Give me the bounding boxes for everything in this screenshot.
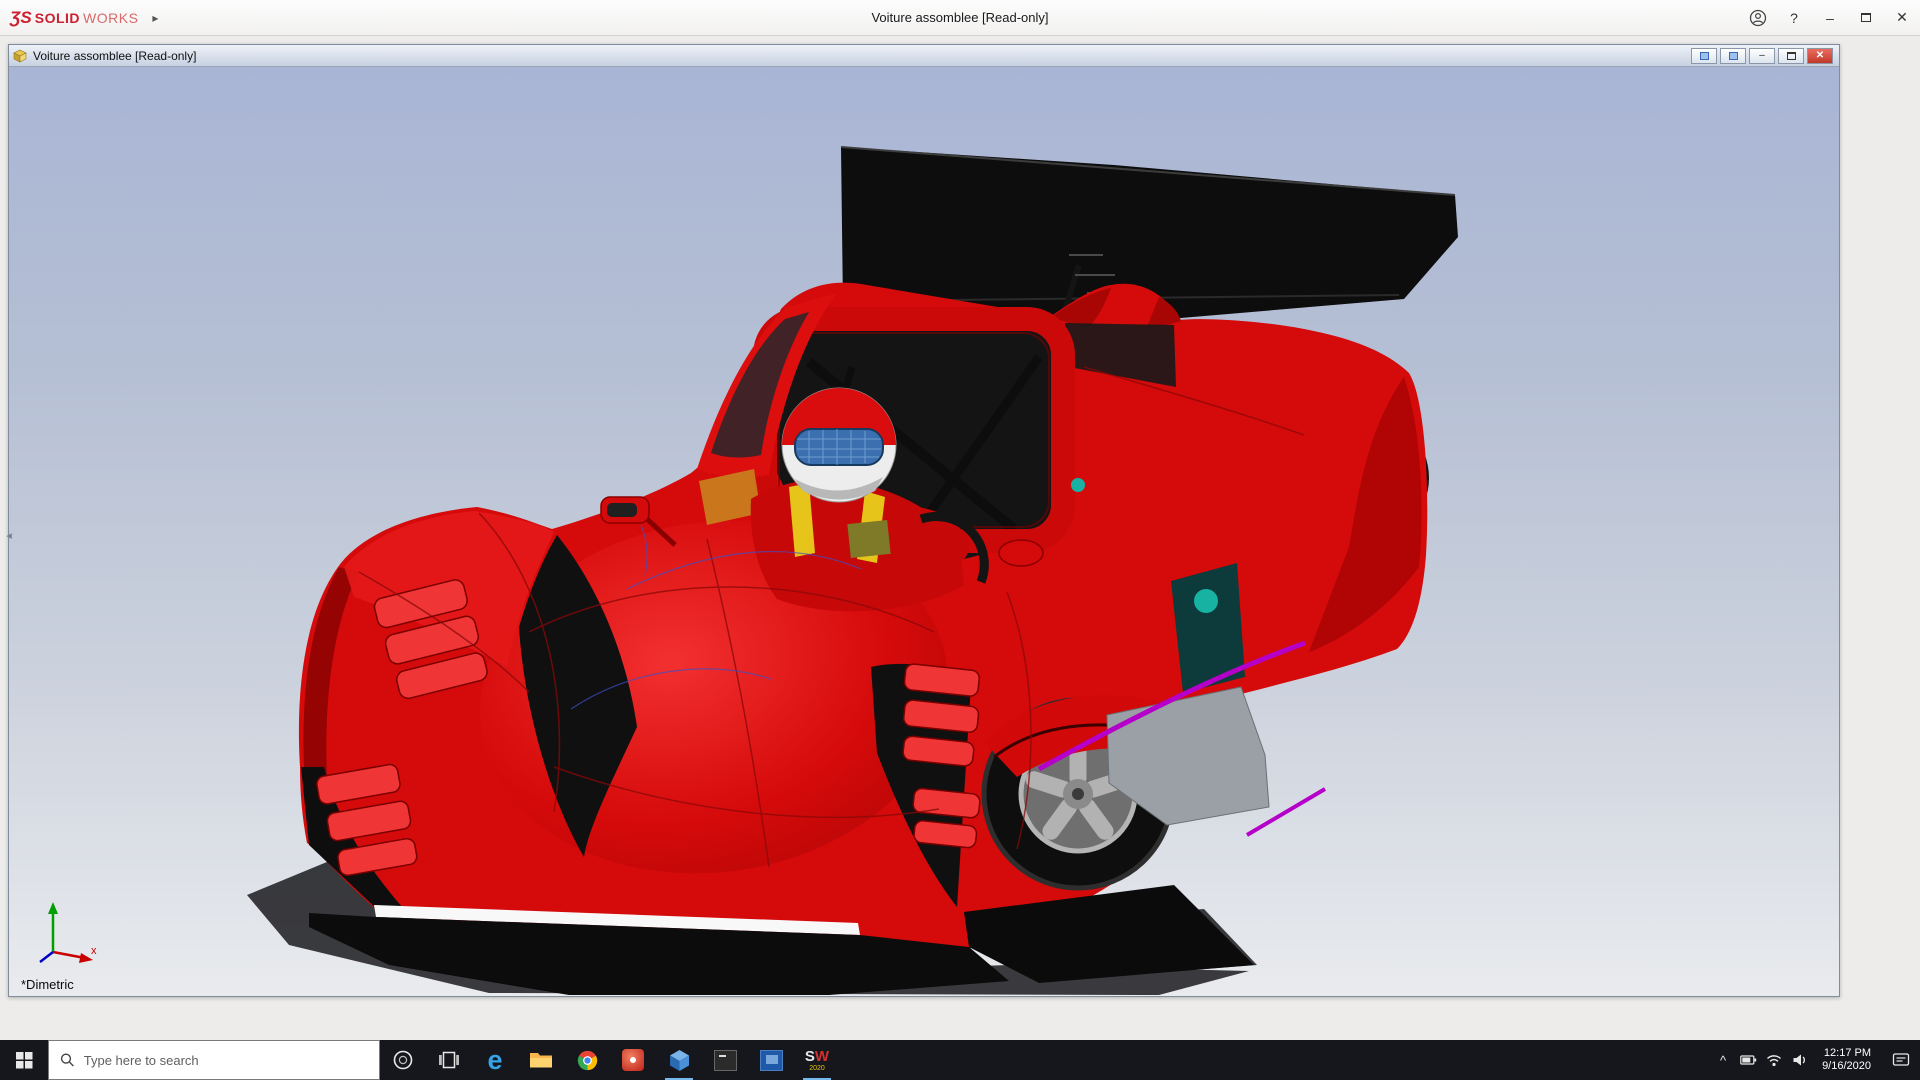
account-button[interactable]: [1740, 0, 1776, 36]
document-title: Voiture assomblee [Read-only]: [33, 49, 196, 63]
doc-maximize-icon: [1787, 52, 1796, 60]
app-window-controls: ? – ✕: [1740, 0, 1920, 36]
file-explorer-icon: [529, 1050, 553, 1070]
right-mirror: [999, 540, 1043, 566]
app-icon-media[interactable]: [610, 1040, 656, 1080]
viewport-split-icon: [1700, 52, 1709, 60]
featuremanager-collapse-tab[interactable]: ◂: [2, 524, 16, 546]
app-titlebar: ƷS SOLID WORKS ▸ Voiture assomblee [Read…: [0, 0, 1920, 36]
system-tray: ^ 12:17 PM 9/16/2020: [1711, 1040, 1920, 1080]
assembly-document-icon: [13, 49, 28, 63]
helmet-visor: [795, 429, 883, 465]
teal-marker: [1071, 478, 1085, 492]
solidworks-year-label: 2020: [809, 1065, 825, 1072]
chrome-icon: [576, 1049, 599, 1072]
taskbar-app-icons: e: [380, 1040, 840, 1080]
viewport-single-icon: [1729, 52, 1738, 60]
close-icon: ✕: [1896, 9, 1908, 26]
orientation-triad[interactable]: x: [31, 896, 105, 966]
triad-z-axis: [40, 952, 53, 962]
restore-icon: [1861, 13, 1871, 22]
doc-minimize-button[interactable]: –: [1749, 48, 1775, 64]
app-icon-document[interactable]: [748, 1040, 794, 1080]
minimize-icon: –: [1826, 10, 1834, 26]
wifi-icon: [1766, 1054, 1782, 1067]
media-app-icon: [622, 1049, 644, 1071]
solidworks-cube-icon: [668, 1049, 691, 1072]
doc-close-button[interactable]: ✕: [1807, 48, 1833, 64]
doc-close-icon: ✕: [1816, 50, 1824, 61]
cortana-icon: [392, 1049, 414, 1071]
action-center-icon: [1892, 1052, 1910, 1068]
help-button[interactable]: ?: [1776, 0, 1812, 36]
search-icon: [60, 1052, 75, 1068]
doc-viewport-button-2[interactable]: [1720, 48, 1746, 64]
battery-icon: [1740, 1054, 1757, 1066]
restore-button[interactable]: [1848, 0, 1884, 36]
account-icon: [1749, 9, 1767, 27]
triad-y-axis: [48, 902, 58, 914]
start-button[interactable]: [0, 1040, 48, 1080]
taskbar-search[interactable]: [48, 1040, 380, 1080]
windows-logo-icon: [16, 1052, 33, 1069]
tray-chevron-icon[interactable]: ^: [1711, 1053, 1735, 1068]
volume-indicator[interactable]: [1787, 1040, 1813, 1080]
app-icon-solidworks-composer[interactable]: [656, 1040, 702, 1080]
doc-minimize-icon: –: [1759, 50, 1765, 61]
network-indicator[interactable]: [1761, 1040, 1787, 1080]
graphics-viewport[interactable]: x *Dimetric: [9, 67, 1839, 996]
app-window-title: Voiture assomblee [Read-only]: [0, 10, 1920, 25]
solidworks-2020-icon: SW 2020: [805, 1049, 829, 1072]
app-icon-terminal[interactable]: [702, 1040, 748, 1080]
help-icon: ?: [1790, 10, 1798, 26]
solidworks-logo: ƷS SOLID WORKS: [10, 8, 138, 28]
clock-date: 9/16/2020: [1822, 1060, 1871, 1073]
doc-maximize-button[interactable]: [1778, 48, 1804, 64]
document-window-controls: – ✕: [1691, 48, 1835, 64]
view-orientation-label: *Dimetric: [21, 977, 74, 992]
speaker-icon: [1792, 1053, 1808, 1067]
search-input[interactable]: [84, 1053, 368, 1068]
edge-icon: e: [487, 1047, 502, 1074]
action-center-button[interactable]: [1880, 1040, 1920, 1080]
clock-time: 12:17 PM: [1822, 1047, 1871, 1060]
solidworks-logo-works: WORKS: [83, 10, 138, 26]
app-icon-cortana[interactable]: [380, 1040, 426, 1080]
triad-x-label: x: [91, 945, 97, 957]
taskbar-clock[interactable]: 12:17 PM 9/16/2020: [1813, 1047, 1880, 1073]
race-car-model[interactable]: [9, 67, 1839, 996]
menu-flyout-arrow-icon[interactable]: ▸: [152, 11, 158, 25]
doc-viewport-button-1[interactable]: [1691, 48, 1717, 64]
app-icon-solidworks-2020[interactable]: SW 2020: [794, 1040, 840, 1080]
app-icon-task-view[interactable]: [426, 1040, 472, 1080]
app-icon-edge[interactable]: e: [472, 1040, 518, 1080]
close-button[interactable]: ✕: [1884, 0, 1920, 36]
collapse-arrow-icon: ◂: [6, 529, 12, 542]
blue-app-icon: [760, 1050, 783, 1071]
solidworks-logo-mark-icon: ƷS: [10, 8, 32, 28]
driver-helmet: [782, 388, 896, 502]
task-view-icon: [438, 1050, 460, 1070]
battery-indicator[interactable]: [1735, 1040, 1761, 1080]
app-icon-file-explorer[interactable]: [518, 1040, 564, 1080]
windows-taskbar: e: [0, 1040, 1920, 1080]
document-window: Voiture assomblee [Read-only] – ✕: [8, 44, 1840, 997]
solidworks-logo-solid: SOLID: [35, 10, 80, 26]
terminal-icon: [714, 1050, 737, 1071]
document-titlebar[interactable]: Voiture assomblee [Read-only] – ✕: [9, 45, 1839, 67]
minimize-button[interactable]: –: [1812, 0, 1848, 36]
app-icon-chrome[interactable]: [564, 1040, 610, 1080]
